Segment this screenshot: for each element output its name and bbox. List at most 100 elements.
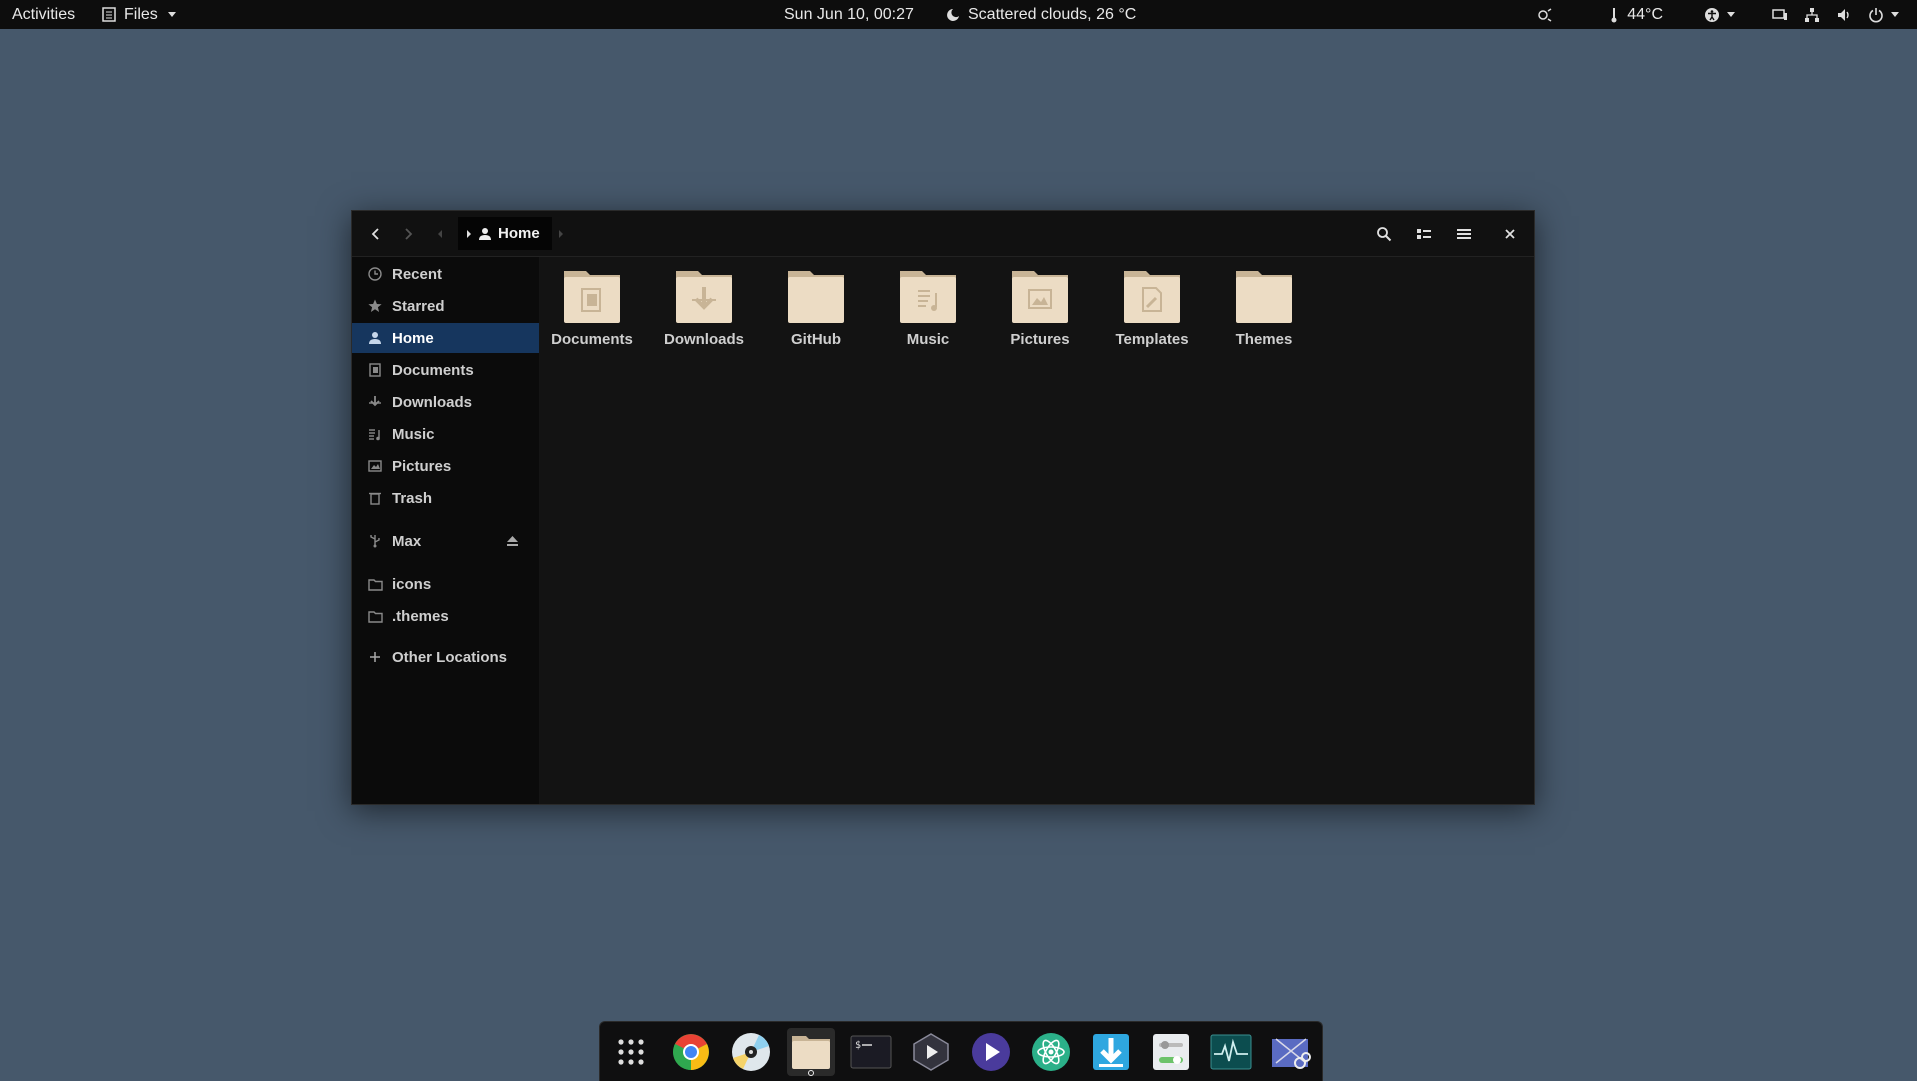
dock-atom[interactable] [1027, 1028, 1075, 1076]
sidebar-item-trash[interactable]: Trash [352, 483, 539, 513]
accessibility-icon[interactable] [1703, 6, 1721, 24]
volume-icon[interactable] [1835, 6, 1853, 24]
chevron-down-icon[interactable] [1891, 12, 1899, 17]
activities-button[interactable]: Activities [12, 0, 75, 29]
dock-files[interactable] [787, 1028, 835, 1076]
dock-disks[interactable] [727, 1028, 775, 1076]
clock[interactable]: Sun Jun 10, 00:27 [784, 0, 914, 29]
sidebar-item-documents[interactable]: Documents [352, 355, 539, 385]
app-menu-label: Files [124, 6, 158, 23]
running-indicator [808, 1070, 814, 1076]
disks-icon [732, 1033, 770, 1071]
folder-item-templates[interactable]: Templates [1100, 267, 1204, 357]
folder-icon [1236, 271, 1292, 323]
sidebar-item-label: .themes [392, 607, 449, 625]
sidebar-item-recent[interactable]: Recent [352, 259, 539, 289]
clock-icon [366, 265, 384, 283]
back-button[interactable] [362, 220, 390, 248]
dock-settings[interactable] [1147, 1028, 1195, 1076]
files-window: Home Recent Starred Home Documents Downl… [351, 210, 1535, 805]
sidebar-item-downloads[interactable]: Downloads [352, 387, 539, 417]
breadcrumb[interactable]: Home [458, 217, 552, 250]
media-player-icon [972, 1033, 1010, 1071]
dock-video-editor[interactable] [907, 1028, 955, 1076]
system-monitor-icon [1210, 1034, 1252, 1070]
sidebar-item-pictures[interactable]: Pictures [352, 451, 539, 481]
top-bar: Activities Files Sun Jun 10, 00:27 Scatt… [0, 0, 1917, 29]
network-icon[interactable] [1803, 6, 1821, 24]
files-app-icon [100, 6, 118, 24]
forward-button[interactable] [394, 220, 422, 248]
view-toggle-button[interactable] [1410, 220, 1438, 248]
sidebar-item-label: Home [392, 329, 434, 347]
download-icon [366, 393, 384, 411]
sidebar: Recent Starred Home Documents Downloads … [352, 257, 539, 804]
dock-downloader[interactable] [1087, 1028, 1135, 1076]
sidebar-item-themes[interactable]: .themes [352, 601, 539, 631]
show-apps-button[interactable] [607, 1028, 655, 1076]
folder-icon [366, 607, 384, 625]
path-scroll-right[interactable] [551, 220, 571, 248]
screenshot-icon [1272, 1038, 1311, 1069]
dock-media-player[interactable] [967, 1028, 1015, 1076]
path-arrow-icon [467, 229, 471, 238]
downloads-folder-icon [676, 271, 732, 323]
home-icon [479, 227, 491, 240]
document-icon [366, 361, 384, 379]
weather-text: Scattered clouds, 26 °C [968, 6, 1137, 23]
sidebar-item-music[interactable]: Music [352, 419, 539, 449]
folder-icon [366, 575, 384, 593]
dock: $ [599, 1021, 1323, 1081]
documents-folder-icon [564, 271, 620, 323]
search-icon [1377, 227, 1392, 242]
dock-terminal[interactable]: $ [847, 1028, 895, 1076]
weather-indicator[interactable]: Scattered clouds, 26 °C [944, 0, 1136, 29]
dock-screenshot[interactable] [1267, 1028, 1315, 1076]
sidebar-item-label: Documents [392, 361, 474, 379]
folder-item-downloads[interactable]: Downloads [652, 267, 756, 357]
menu-button[interactable] [1450, 220, 1478, 248]
folder-icon [788, 271, 844, 323]
star-icon [366, 297, 384, 315]
folder-item-pictures[interactable]: Pictures [988, 267, 1092, 357]
sidebar-item-other-locations[interactable]: Other Locations [352, 642, 539, 672]
power-icon[interactable] [1867, 6, 1885, 24]
list-view-icon [1417, 229, 1431, 239]
sidebar-item-max[interactable]: Max [352, 526, 539, 556]
picture-icon [366, 457, 384, 475]
sidebar-item-label: Starred [392, 297, 445, 315]
sidebar-item-starred[interactable]: Starred [352, 291, 539, 321]
chevron-down-icon[interactable] [1727, 12, 1735, 17]
folder-item-documents[interactable]: Documents [540, 267, 644, 357]
file-view: Documents Downloads GitHub Music Picture… [540, 257, 1534, 804]
sidebar-item-icons[interactable]: icons [352, 569, 539, 599]
thermometer-icon [1605, 6, 1623, 24]
folder-item-themes[interactable]: Themes [1212, 267, 1316, 357]
sidebar-item-home[interactable]: Home [352, 323, 539, 353]
files-icon [792, 1036, 830, 1069]
dock-chrome[interactable] [667, 1028, 715, 1076]
svg-text:$: $ [855, 1040, 861, 1051]
dock-system-monitor[interactable] [1207, 1028, 1255, 1076]
app-menu[interactable]: Files [100, 0, 176, 29]
close-icon [1505, 229, 1515, 239]
cpu-temperature[interactable]: 44°C [1627, 0, 1663, 29]
sidebar-item-label: Music [392, 425, 435, 443]
cloud-moon-icon [944, 6, 962, 24]
sidebar-item-label: Trash [392, 489, 433, 507]
night-light-icon[interactable] [1535, 6, 1553, 24]
usb-icon [366, 532, 384, 550]
chrome-icon [673, 1034, 709, 1070]
search-button[interactable] [1370, 220, 1398, 248]
music-folder-icon [900, 271, 956, 323]
folder-label: Templates [1115, 331, 1189, 348]
path-scroll-left[interactable] [430, 220, 450, 248]
folder-item-music[interactable]: Music [876, 267, 980, 357]
folder-item-github[interactable]: GitHub [764, 267, 868, 357]
folder-label: Documents [551, 331, 633, 348]
show-apps-icon [618, 1039, 644, 1065]
close-button[interactable] [1496, 220, 1524, 248]
folder-label: Pictures [1010, 331, 1070, 348]
display-icon[interactable] [1771, 6, 1789, 24]
eject-icon[interactable] [506, 534, 519, 551]
